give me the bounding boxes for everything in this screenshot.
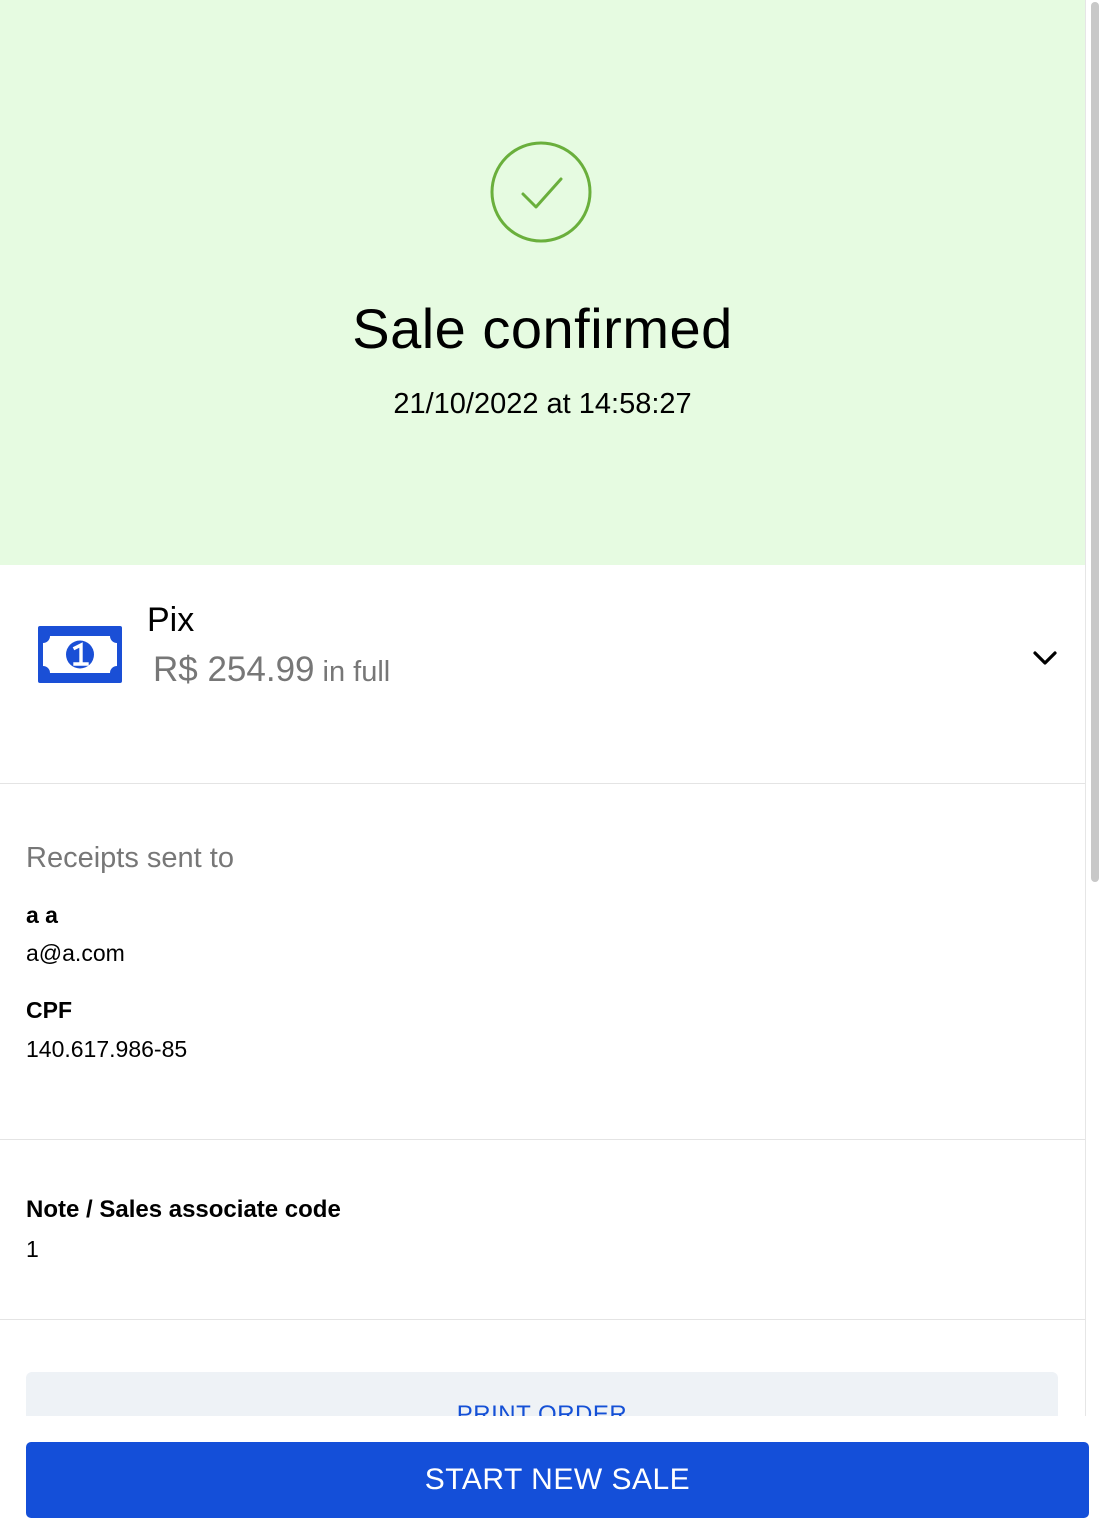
note-section: Note / Sales associate code 1 (0, 1140, 1085, 1320)
print-order-button[interactable]: PRINT ORDER (26, 1372, 1058, 1416)
actions-section: PRINT ORDER (0, 1320, 1085, 1416)
confirmation-banner: Sale confirmed 21/10/2022 at 14:58:27 (0, 0, 1085, 565)
payment-summary[interactable]: Pix R$ 254.99 in full (0, 565, 1085, 784)
payment-installments: in full (322, 656, 391, 688)
note-label: Note / Sales associate code (26, 1196, 341, 1223)
document-value: 140.617.986-85 (26, 1036, 188, 1062)
check-circle-icon (490, 141, 592, 243)
start-new-sale-button[interactable]: START NEW SALE (26, 1442, 1089, 1518)
payment-method: Pix (147, 601, 195, 639)
confirmation-title: Sale confirmed (352, 297, 733, 360)
receipts-label: Receipts sent to (26, 842, 234, 874)
scroll-area[interactable]: Sale confirmed 21/10/2022 at 14:58:27 Pi… (0, 0, 1085, 1416)
confirmation-datetime: 21/10/2022 at 14:58:27 (393, 388, 692, 420)
scrollbar[interactable] (1085, 0, 1100, 1416)
payment-amount-line: R$ 254.99 in full (153, 650, 390, 690)
payment-amount: R$ 254.99 (153, 650, 315, 689)
customer-email: a@a.com (26, 940, 125, 966)
customer-name: a a (26, 902, 58, 928)
note-value: 1 (26, 1236, 39, 1262)
document-label: CPF (26, 997, 72, 1023)
money-bill-icon (38, 626, 122, 683)
chevron-down-icon[interactable] (1028, 641, 1062, 675)
scrollbar-thumb[interactable] (1091, 2, 1099, 882)
receipts-section: Receipts sent to a a a@a.com CPF 140.617… (0, 784, 1085, 1140)
